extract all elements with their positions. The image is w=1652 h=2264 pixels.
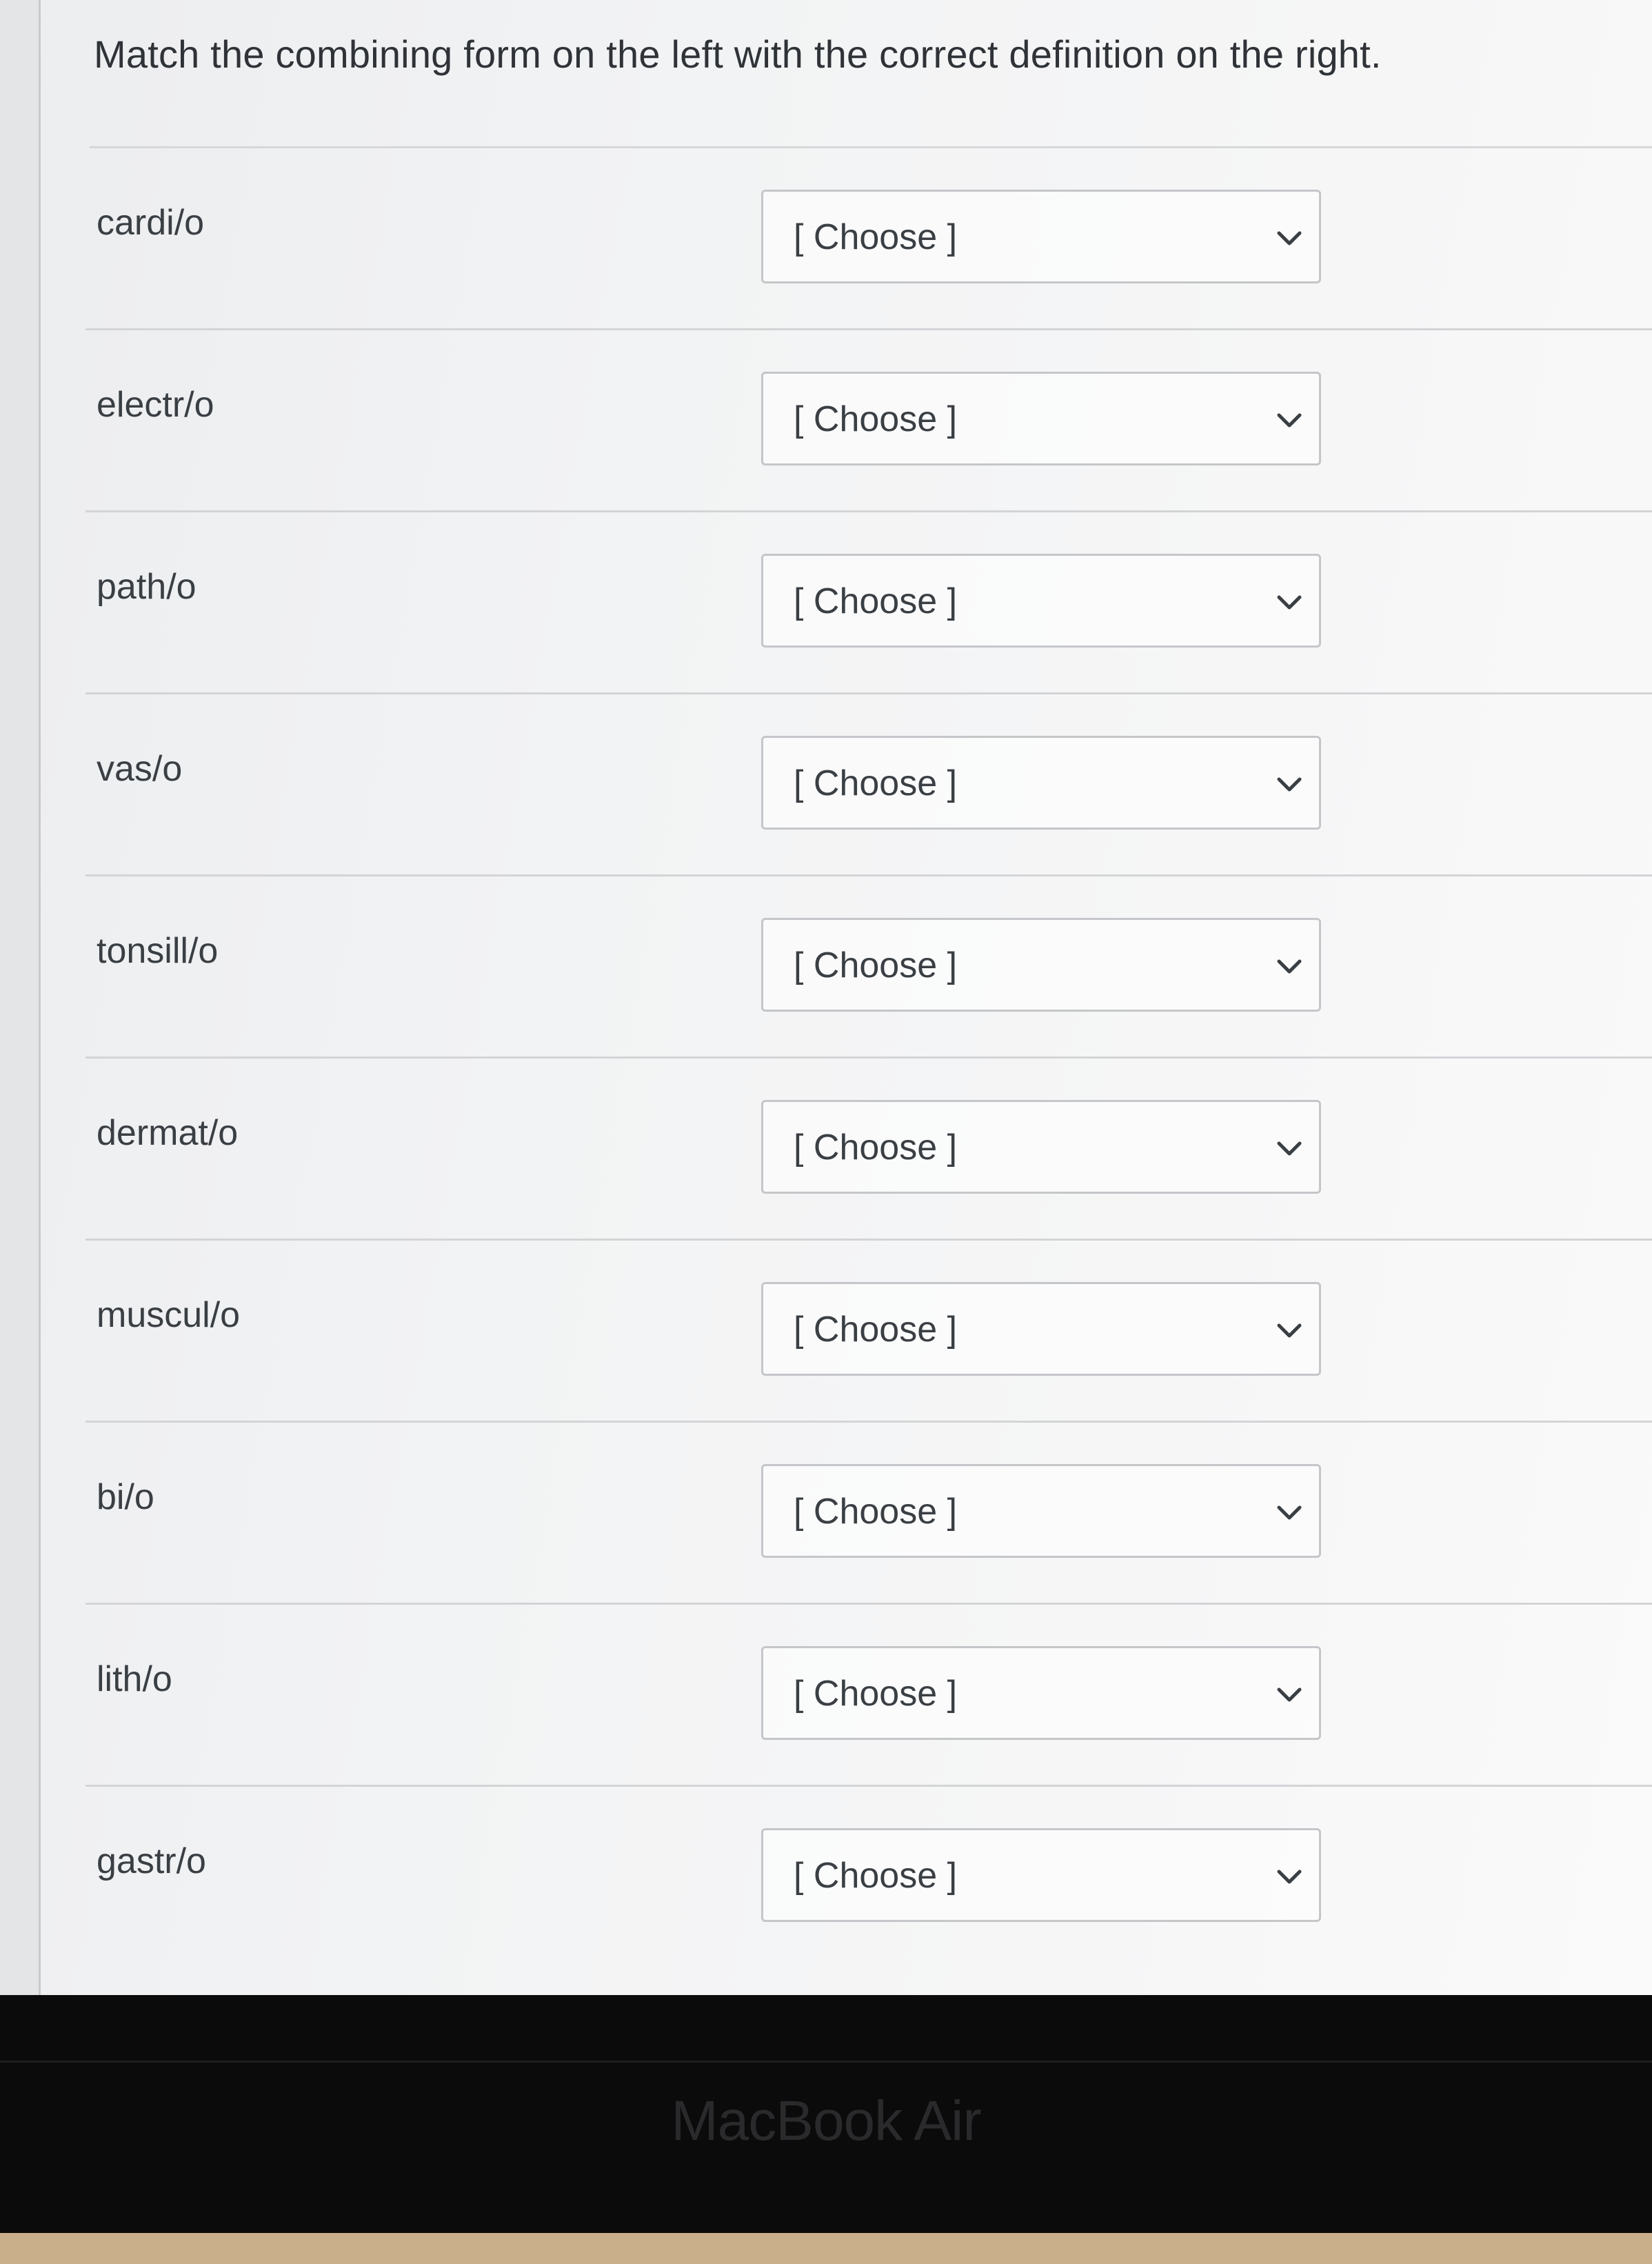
- combining-form-label: lith/o: [97, 1659, 172, 1699]
- desk-surface: [0, 2233, 1652, 2264]
- select-value: [ Choose ]: [794, 945, 958, 985]
- select-value: [ Choose ]: [794, 1492, 958, 1532]
- combining-form-label: muscul/o: [97, 1295, 241, 1335]
- question-prompt: Match the combining form on the left wit…: [94, 32, 1382, 76]
- select-value: [ Choose ]: [794, 1310, 958, 1350]
- match-row: cardi/o [ Choose ]: [85, 148, 1652, 330]
- combining-form-label: gastr/o: [97, 1841, 206, 1881]
- select-value: [ Choose ]: [794, 1674, 958, 1714]
- combining-form-label: cardi/o: [97, 203, 205, 243]
- combining-form-label: electr/o: [97, 385, 214, 425]
- combining-form-label: vas/o: [97, 749, 183, 789]
- select-value: [ Choose ]: [794, 763, 958, 803]
- definition-select[interactable]: [ Choose ]: [761, 736, 1321, 830]
- chevron-down-icon: [1277, 959, 1302, 974]
- chevron-down-icon: [1277, 1323, 1302, 1338]
- bezel-edge: [0, 2061, 1652, 2063]
- definition-select[interactable]: [ Choose ]: [761, 1100, 1321, 1194]
- match-row: path/o [ Choose ]: [85, 512, 1652, 694]
- definition-select[interactable]: [ Choose ]: [761, 1464, 1321, 1558]
- definition-select[interactable]: [ Choose ]: [761, 918, 1321, 1012]
- match-row: lith/o [ Choose ]: [85, 1605, 1652, 1787]
- chevron-down-icon: [1277, 413, 1302, 428]
- match-row: tonsill/o [ Choose ]: [85, 876, 1652, 1059]
- definition-select[interactable]: [ Choose ]: [761, 554, 1321, 648]
- chevron-down-icon: [1277, 1505, 1302, 1520]
- chevron-down-icon: [1277, 1870, 1302, 1884]
- laptop-screen: Match the combining form on the left wit…: [0, 0, 1652, 1995]
- match-row: muscul/o [ Choose ]: [85, 1241, 1652, 1423]
- combining-form-label: tonsill/o: [97, 931, 219, 971]
- select-value: [ Choose ]: [794, 1856, 958, 1896]
- select-value: [ Choose ]: [794, 581, 958, 621]
- definition-select[interactable]: [ Choose ]: [761, 1646, 1321, 1740]
- chevron-down-icon: [1277, 777, 1302, 792]
- definition-select[interactable]: [ Choose ]: [761, 372, 1321, 465]
- chevron-down-icon: [1277, 595, 1302, 610]
- combining-form-label: dermat/o: [97, 1113, 239, 1153]
- combining-form-label: bi/o: [97, 1477, 154, 1517]
- chevron-down-icon: [1277, 231, 1302, 246]
- select-value: [ Choose ]: [794, 399, 958, 439]
- match-row: gastr/o [ Choose ]: [85, 1787, 1652, 1967]
- definition-select[interactable]: [ Choose ]: [761, 1828, 1321, 1922]
- select-value: [ Choose ]: [794, 1128, 958, 1168]
- chevron-down-icon: [1277, 1141, 1302, 1156]
- match-row: electr/o [ Choose ]: [85, 330, 1652, 512]
- laptop-bezel: MacBook Air: [0, 1995, 1652, 2233]
- definition-select[interactable]: [ Choose ]: [761, 1282, 1321, 1376]
- definition-select[interactable]: [ Choose ]: [761, 190, 1321, 283]
- match-row: vas/o [ Choose ]: [85, 694, 1652, 876]
- combining-form-label: path/o: [97, 567, 197, 607]
- match-row: dermat/o [ Choose ]: [85, 1059, 1652, 1241]
- chevron-down-icon: [1277, 1687, 1302, 1702]
- device-brand-label: MacBook Air: [671, 2090, 981, 2152]
- matching-question-list: cardi/o [ Choose ] electr/o [ Choose ] p…: [0, 148, 1652, 1967]
- select-value: [ Choose ]: [794, 217, 958, 257]
- match-row: bi/o [ Choose ]: [85, 1423, 1652, 1605]
